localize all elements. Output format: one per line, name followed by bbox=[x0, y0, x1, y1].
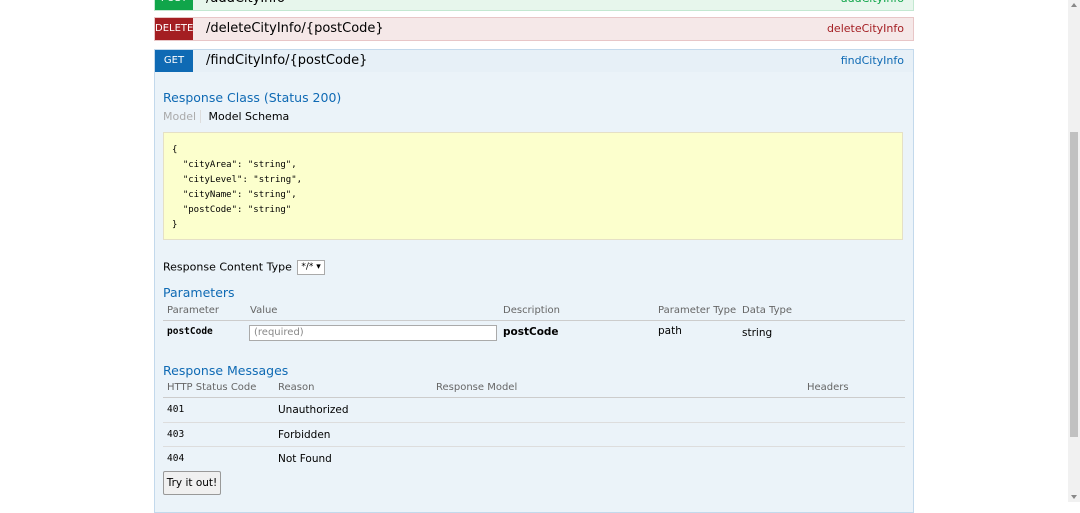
operation-path-delete[interactable]: /deleteCityInfo/{postCode} bbox=[206, 18, 384, 40]
chevron-down-icon: ▾ bbox=[316, 262, 321, 272]
status-code: 404 bbox=[167, 453, 185, 464]
operation-nickname-delete[interactable]: deleteCityInfo bbox=[827, 18, 904, 40]
response-content-type-select[interactable]: */* ▾ bbox=[297, 260, 325, 275]
resp-header-status-code: HTTP Status Code bbox=[167, 382, 257, 393]
method-badge-delete[interactable]: DELETE bbox=[155, 18, 193, 40]
operation-nickname-post[interactable]: addCityInfo bbox=[841, 0, 904, 10]
operation-post-bar[interactable]: POST /addCityInfo addCityInfo bbox=[154, 0, 914, 11]
param-name: postCode bbox=[167, 326, 213, 337]
parameters-title: Parameters bbox=[163, 285, 235, 300]
param-description: postCode bbox=[503, 326, 559, 338]
param-header-parameter-type: Parameter Type bbox=[658, 305, 737, 316]
page-scrollbar[interactable] bbox=[1068, 0, 1080, 502]
code-line: "cityName": "string", bbox=[172, 190, 297, 200]
operation-path-get[interactable]: /findCityInfo/{postCode} bbox=[206, 50, 367, 72]
postcode-input[interactable]: (required) bbox=[249, 325, 497, 341]
param-type: path bbox=[658, 325, 682, 337]
divider bbox=[163, 422, 905, 423]
method-badge-post[interactable]: POST bbox=[155, 0, 193, 10]
param-header-parameter: Parameter bbox=[167, 305, 220, 316]
scroll-down-icon[interactable] bbox=[1071, 495, 1077, 499]
param-header-description: Description bbox=[503, 305, 560, 316]
tab-model[interactable]: Model bbox=[163, 110, 202, 123]
model-tabs: Model Model Schema bbox=[163, 110, 293, 123]
try-it-out-button[interactable]: Try it out! bbox=[163, 471, 221, 495]
divider bbox=[163, 397, 905, 398]
response-content-type-label: Response Content Type bbox=[163, 260, 292, 274]
method-badge-get[interactable]: GET bbox=[155, 50, 193, 72]
param-data-type: string bbox=[742, 327, 773, 339]
code-line: } bbox=[172, 220, 178, 230]
tab-model-schema[interactable]: Model Schema bbox=[209, 110, 290, 123]
status-reason: Unauthorized bbox=[278, 404, 349, 416]
status-code: 403 bbox=[167, 429, 185, 440]
response-class-title: Response Class (Status 200) bbox=[163, 90, 342, 105]
param-header-data-type: Data Type bbox=[742, 305, 793, 316]
model-schema-code: { "cityArea": "string", "cityLevel": "st… bbox=[163, 132, 903, 240]
content-type-value: */* bbox=[301, 262, 314, 272]
status-reason: Forbidden bbox=[278, 429, 331, 441]
divider bbox=[163, 320, 905, 321]
scrollbar-thumb[interactable] bbox=[1070, 132, 1078, 437]
resp-header-headers: Headers bbox=[807, 382, 849, 393]
status-code: 401 bbox=[167, 404, 185, 415]
status-reason: Not Found bbox=[278, 453, 332, 465]
code-line: "postCode": "string" bbox=[172, 205, 292, 215]
operation-content-panel: Response Class (Status 200) Model Model … bbox=[154, 72, 914, 513]
divider bbox=[163, 446, 905, 447]
code-line: "cityLevel": "string", bbox=[172, 175, 303, 185]
operation-path-post[interactable]: /addCityInfo bbox=[206, 0, 285, 10]
operation-delete-bar[interactable]: DELETE /deleteCityInfo/{postCode} delete… bbox=[154, 17, 914, 41]
response-messages-title: Response Messages bbox=[163, 363, 289, 378]
code-line: "cityArea": "string", bbox=[172, 160, 297, 170]
operation-nickname-get[interactable]: findCityInfo bbox=[841, 50, 904, 72]
code-line: { bbox=[172, 145, 178, 155]
resp-header-reason: Reason bbox=[278, 382, 315, 393]
response-content-type: Response Content Type */* ▾ bbox=[163, 260, 325, 275]
scroll-up-icon[interactable] bbox=[1071, 3, 1077, 7]
resp-header-response-model: Response Model bbox=[436, 382, 518, 393]
param-header-value: Value bbox=[250, 305, 278, 316]
operation-get-bar[interactable]: GET /findCityInfo/{postCode} findCityInf… bbox=[154, 49, 914, 73]
